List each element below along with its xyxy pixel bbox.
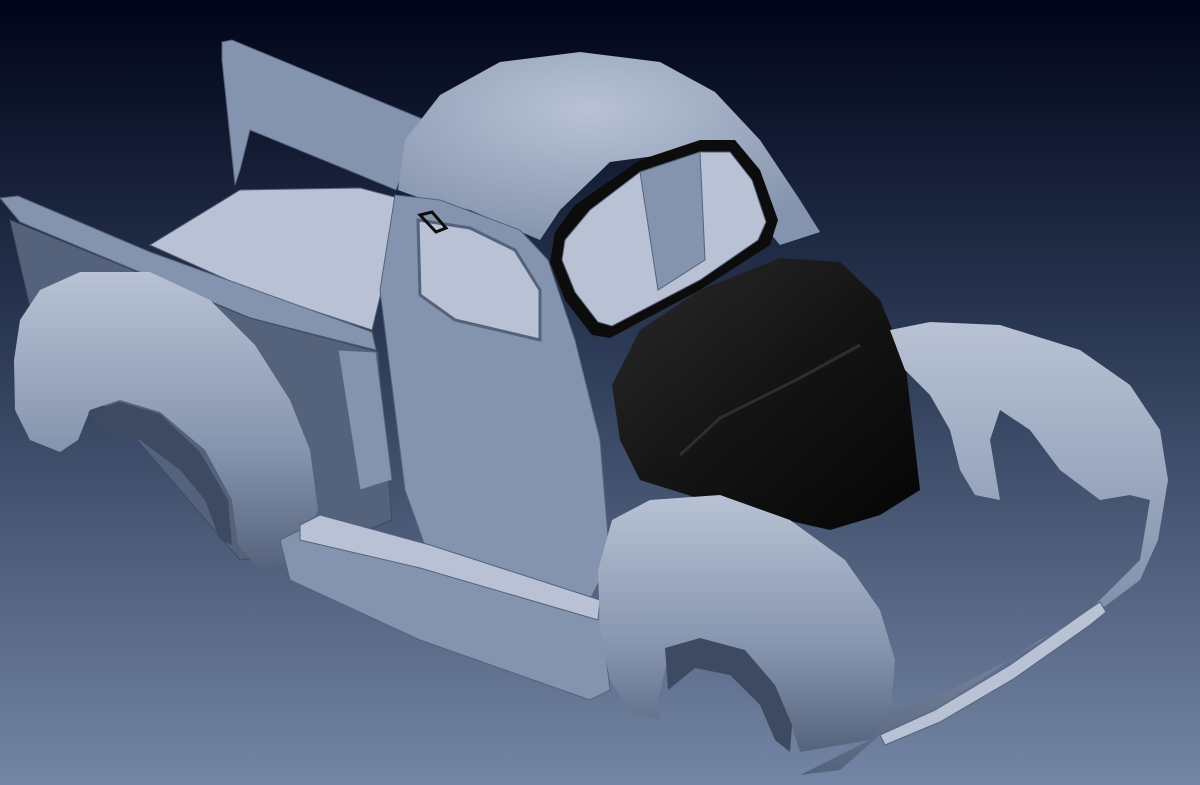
model-render (0, 0, 1200, 785)
3d-viewport[interactable] (0, 0, 1200, 785)
